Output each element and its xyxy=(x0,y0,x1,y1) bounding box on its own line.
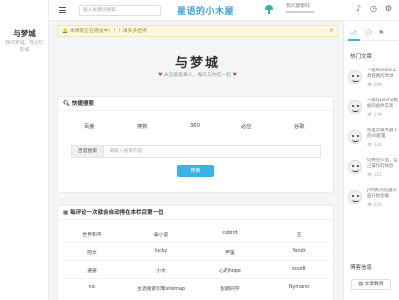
heart-icon: ♥ xyxy=(158,73,163,78)
friend-link[interactable]: nic xyxy=(88,285,95,290)
views-count: 189 xyxy=(373,82,382,87)
quick-search-input[interactable]: 请输入搜索内容 xyxy=(104,145,321,158)
hot-post-views: 👁︎ 149 xyxy=(367,112,382,117)
hot-post-title[interactable]: 一般Nandoc工具链路的改进 xyxy=(367,68,399,80)
hot-post-item[interactable]: 一般Nandoc工具链路的改进 👁︎ 189 xyxy=(348,67,399,97)
friend-links-header: ▦ 每评论一次就会自动排在本栏目第一位 xyxy=(58,206,333,220)
close-icon[interactable]: × xyxy=(329,27,334,34)
hot-post-item[interactable]: 一般typecho模板的插件实现 👁︎ 149 xyxy=(348,97,399,127)
quick-search-card: 🔍︎ 快捷搜索 百度 搜狗 360 必应 谷歌 百度搜索 请输入搜索内容 搜索 xyxy=(57,96,334,193)
tab-google[interactable]: 谷歌 xyxy=(294,123,304,130)
avatar xyxy=(348,160,362,174)
row-divider xyxy=(63,278,330,279)
friend-link[interactable]: 阿文 xyxy=(87,249,97,256)
tag-icon[interactable]: ⚑ xyxy=(378,29,392,37)
comment-icon[interactable]: 💬︎ xyxy=(364,29,378,37)
friend-links-card: ▦ 每评论一次就会自动排在本栏目第一位 世界和平 泰小说 cobird 王 阿文… xyxy=(57,205,334,300)
music-player-icon[interactable] xyxy=(265,5,273,14)
friend-link[interactable]: 芦笛 xyxy=(225,249,235,256)
friend-link[interactable]: 泰小说 xyxy=(154,231,168,238)
player-progress-bar[interactable] xyxy=(286,11,314,13)
hot-post-title[interactable]: 阿里云服务器下的IIS配置 xyxy=(367,128,399,140)
hot-post-item[interactable]: js判断浏览器页面开始加载 👁︎ 118 xyxy=(348,187,399,217)
brand-logo[interactable]: 星语的小木屋 xyxy=(177,4,234,17)
quick-search-title: 快捷搜索 xyxy=(71,101,94,107)
heart-icon: ♥ xyxy=(232,73,237,78)
music-note-icon[interactable]: ♪ xyxy=(351,4,366,13)
friend-link[interactable]: scsoft xyxy=(292,267,306,272)
thumbs-up-icon[interactable]: 👍︎ xyxy=(350,28,364,37)
views-count: 131 xyxy=(373,142,382,147)
friend-link[interactable]: 彭鹏同学 xyxy=(220,285,239,292)
search-input[interactable]: 输入关键词搜索… xyxy=(79,5,161,16)
sidebar-tabs: 👍︎ 💬︎ ⚑ xyxy=(350,28,392,37)
row-divider xyxy=(63,260,330,261)
friend-link[interactable]: 世界和平 xyxy=(82,231,101,238)
friend-link[interactable]: 主流搜索引擎sitemap xyxy=(137,285,185,292)
document-icon: ▤ xyxy=(358,282,363,287)
music-player[interactable]: 我问题都好 xyxy=(286,4,314,13)
article-count-button[interactable]: ▤ 文章数目 xyxy=(351,279,391,290)
notice-banner: 🔔 本博客正在建设中！！！请多多担待 × xyxy=(57,25,338,37)
player-song-title: 我问题都好 xyxy=(286,4,310,9)
blog-info-title: 博客信息 xyxy=(350,265,373,271)
views-count: 118 xyxy=(373,202,382,207)
top-icons: ♪ ◷ ⚙ xyxy=(351,4,396,13)
avatar xyxy=(348,190,362,204)
hot-post-views: 👁︎ 118 xyxy=(367,202,382,207)
views-count: 121 xyxy=(373,172,382,177)
hot-post-views: 👁︎ 131 xyxy=(367,142,382,147)
clock-icon[interactable]: ◷ xyxy=(366,4,381,13)
left-sidebar: 与梦城 我的梦城，我记忆的城 xyxy=(0,0,49,300)
page-root: 与梦城 我的梦城，我记忆的城 输入关键词搜索… 星语的小木屋 我问题都好 ♪ ◷ ⚙… xyxy=(0,0,399,300)
menu-icon[interactable] xyxy=(59,7,66,13)
friend-link[interactable]: 姿姿 xyxy=(87,267,97,274)
quick-search-header: 🔍︎ 快捷搜索 xyxy=(58,97,333,111)
tab-sogou[interactable]: 搜狗 xyxy=(137,123,147,130)
page-subtitle-text: 永远爱着某人，每天与你在一起 xyxy=(163,73,232,78)
page-subtitle: ♥ 永远爱着某人，每天与你在一起 ♥ xyxy=(57,71,338,78)
tab-baidu[interactable]: 百度 xyxy=(84,123,94,130)
views-count: 149 xyxy=(373,112,382,117)
friend-link[interactable]: 心的hope xyxy=(219,267,241,274)
hot-post-views: 👁︎ 121 xyxy=(367,172,382,177)
grid-icon: ▦ xyxy=(63,210,69,216)
page-title: 与梦城 xyxy=(174,56,220,71)
avatar xyxy=(348,100,362,114)
friend-link[interactable]: 小文 xyxy=(156,267,166,274)
row-divider xyxy=(63,242,330,243)
friend-links-title: 每评论一次就会自动排在本栏目第一位 xyxy=(70,210,164,216)
active-tab-indicator xyxy=(348,39,360,41)
friend-link[interactable]: cobird xyxy=(223,231,238,236)
search-button[interactable]: 搜索 xyxy=(177,165,214,177)
friend-link[interactable]: lucky xyxy=(155,249,167,254)
friend-link[interactable]: Yandr xyxy=(292,249,305,254)
hot-post-title[interactable]: 一般typecho模板的插件实现 xyxy=(367,98,399,110)
friend-link[interactable]: 王 xyxy=(297,231,302,238)
search-icon: 🔍︎ xyxy=(63,101,70,107)
sidebar-site-title[interactable]: 与梦城 xyxy=(0,28,49,39)
hot-posts-title: 热门文章 xyxy=(350,54,373,60)
search-row: 百度搜索 请输入搜索内容 xyxy=(71,145,321,158)
hot-post-title[interactable]: js判断浏览器页面开始加载 xyxy=(367,188,399,200)
article-count-label: 文章数目 xyxy=(364,282,384,287)
sidebar-site-subtitle: 我的梦城，我记忆的城 xyxy=(5,41,44,53)
hot-post-views: 👁︎ 189 xyxy=(367,82,382,87)
top-bar: 输入关键词搜索… 星语的小木屋 我问题都好 ♪ ◷ ⚙ xyxy=(49,0,399,21)
tab-360[interactable]: 360 xyxy=(190,123,200,129)
search-engine-label: 百度搜索 xyxy=(71,145,104,158)
tab-bing[interactable]: 必应 xyxy=(241,123,251,130)
hot-post-item[interactable]: 阿里云服务器下的IIS配置 👁︎ 131 xyxy=(348,127,399,157)
avatar xyxy=(348,130,362,144)
hot-post-item[interactable]: 切换完毕后，自己操作的体验 👁︎ 121 xyxy=(348,157,399,187)
friend-link[interactable]: Nymano xyxy=(289,285,309,290)
avatar xyxy=(348,70,362,84)
bell-icon: 🔔 xyxy=(62,29,68,34)
hot-post-title[interactable]: 切换完毕后，自己操作的体验 xyxy=(367,158,399,170)
settings-icon[interactable]: ⚙ xyxy=(381,4,396,13)
notice-text: 本博客正在建设中！！！请多多担待 xyxy=(69,29,147,34)
right-sidebar: 👍︎ 💬︎ ⚑ 热门文章 一般Nandoc工具链路的改进 👁︎ 189 一般type… xyxy=(343,21,399,300)
